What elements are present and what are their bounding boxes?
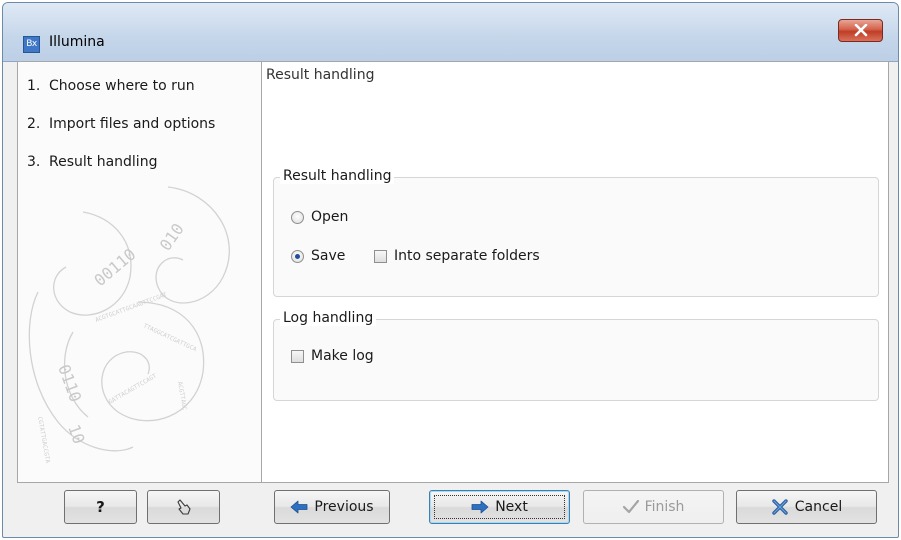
svg-text:010: 010 <box>156 220 188 255</box>
focus-ring <box>434 495 565 519</box>
svg-text:00110: 00110 <box>90 245 139 291</box>
log-handling-group-title: Log handling <box>280 310 377 326</box>
svg-text:ACGTTAGC: ACGTTAGC <box>176 381 188 411</box>
step-item-result-handling: 3. Result handling <box>27 154 158 170</box>
restore-defaults-button[interactable] <box>147 490 220 524</box>
pointing-hand-icon <box>176 499 191 515</box>
previous-button[interactable]: Previous <box>274 490 390 524</box>
main-panel: Result handling Result handling Open Sav… <box>262 62 888 482</box>
make-log-checkbox[interactable] <box>291 349 304 363</box>
cancel-button[interactable]: Cancel <box>736 490 877 524</box>
arrow-left-icon <box>291 500 308 514</box>
window-title: Illumina <box>49 34 105 50</box>
svg-text:ACGTGCATTGCAAGTTCCGAT: ACGTGCATTGCAAGTTCCGAT <box>94 291 168 324</box>
finish-button[interactable]: Finish <box>583 490 724 524</box>
wizard-content: 1. Choose where to run 2. Import files and… <box>17 61 889 483</box>
svg-text:GATTACAGTTCCAGT: GATTACAGTTCCAGT <box>108 372 159 405</box>
close-button[interactable] <box>838 19 883 42</box>
separate-folders-label: Into separate folders <box>394 248 540 264</box>
cancel-x-icon <box>772 499 788 515</box>
save-option[interactable]: Save <box>291 248 345 264</box>
svg-text:CGTATTGACCGTA: CGTATTGACCGTA <box>36 416 51 464</box>
result-handling-group: Result handling Open Save Into separate … <box>273 168 879 297</box>
open-radio[interactable] <box>291 210 304 224</box>
next-button[interactable]: Next <box>429 490 570 524</box>
help-button[interactable]: ? <box>64 490 137 524</box>
app-icon: Bx <box>23 36 40 53</box>
open-label: Open <box>311 209 349 225</box>
make-log-option[interactable]: Make log <box>291 348 374 364</box>
make-log-label: Make log <box>311 348 374 364</box>
illumina-dialog: Bx Illumina 1. Choose where to run 2. Impo… <box>2 2 899 538</box>
log-handling-group: Log handling Make log <box>273 310 879 401</box>
steps-panel: 1. Choose where to run 2. Import files and… <box>18 62 262 482</box>
title-bar[interactable]: Bx Illumina <box>3 3 898 62</box>
svg-text:0110: 0110 <box>54 362 85 405</box>
checkmark-icon <box>622 500 639 514</box>
result-handling-group-title: Result handling <box>280 168 395 184</box>
step-item-choose-where-to-run: 1. Choose where to run <box>27 78 195 94</box>
save-label: Save <box>311 248 346 264</box>
step-item-import-files: 2. Import files and options <box>27 116 216 132</box>
open-option[interactable]: Open <box>291 209 348 225</box>
separate-folders-option[interactable]: Into separate folders <box>374 248 540 264</box>
page-heading: Result handling <box>266 67 375 83</box>
save-radio[interactable] <box>291 249 304 263</box>
close-x-icon <box>854 24 868 37</box>
binary-swirl-decoration: 010 00110 0110 10 ACGTGCATTGCAAGTTCCGAT … <box>28 186 230 464</box>
separate-folders-checkbox[interactable] <box>374 249 387 263</box>
svg-text:TTAGGCATCGATTGCA: TTAGGCATCGATTGCA <box>142 322 198 353</box>
